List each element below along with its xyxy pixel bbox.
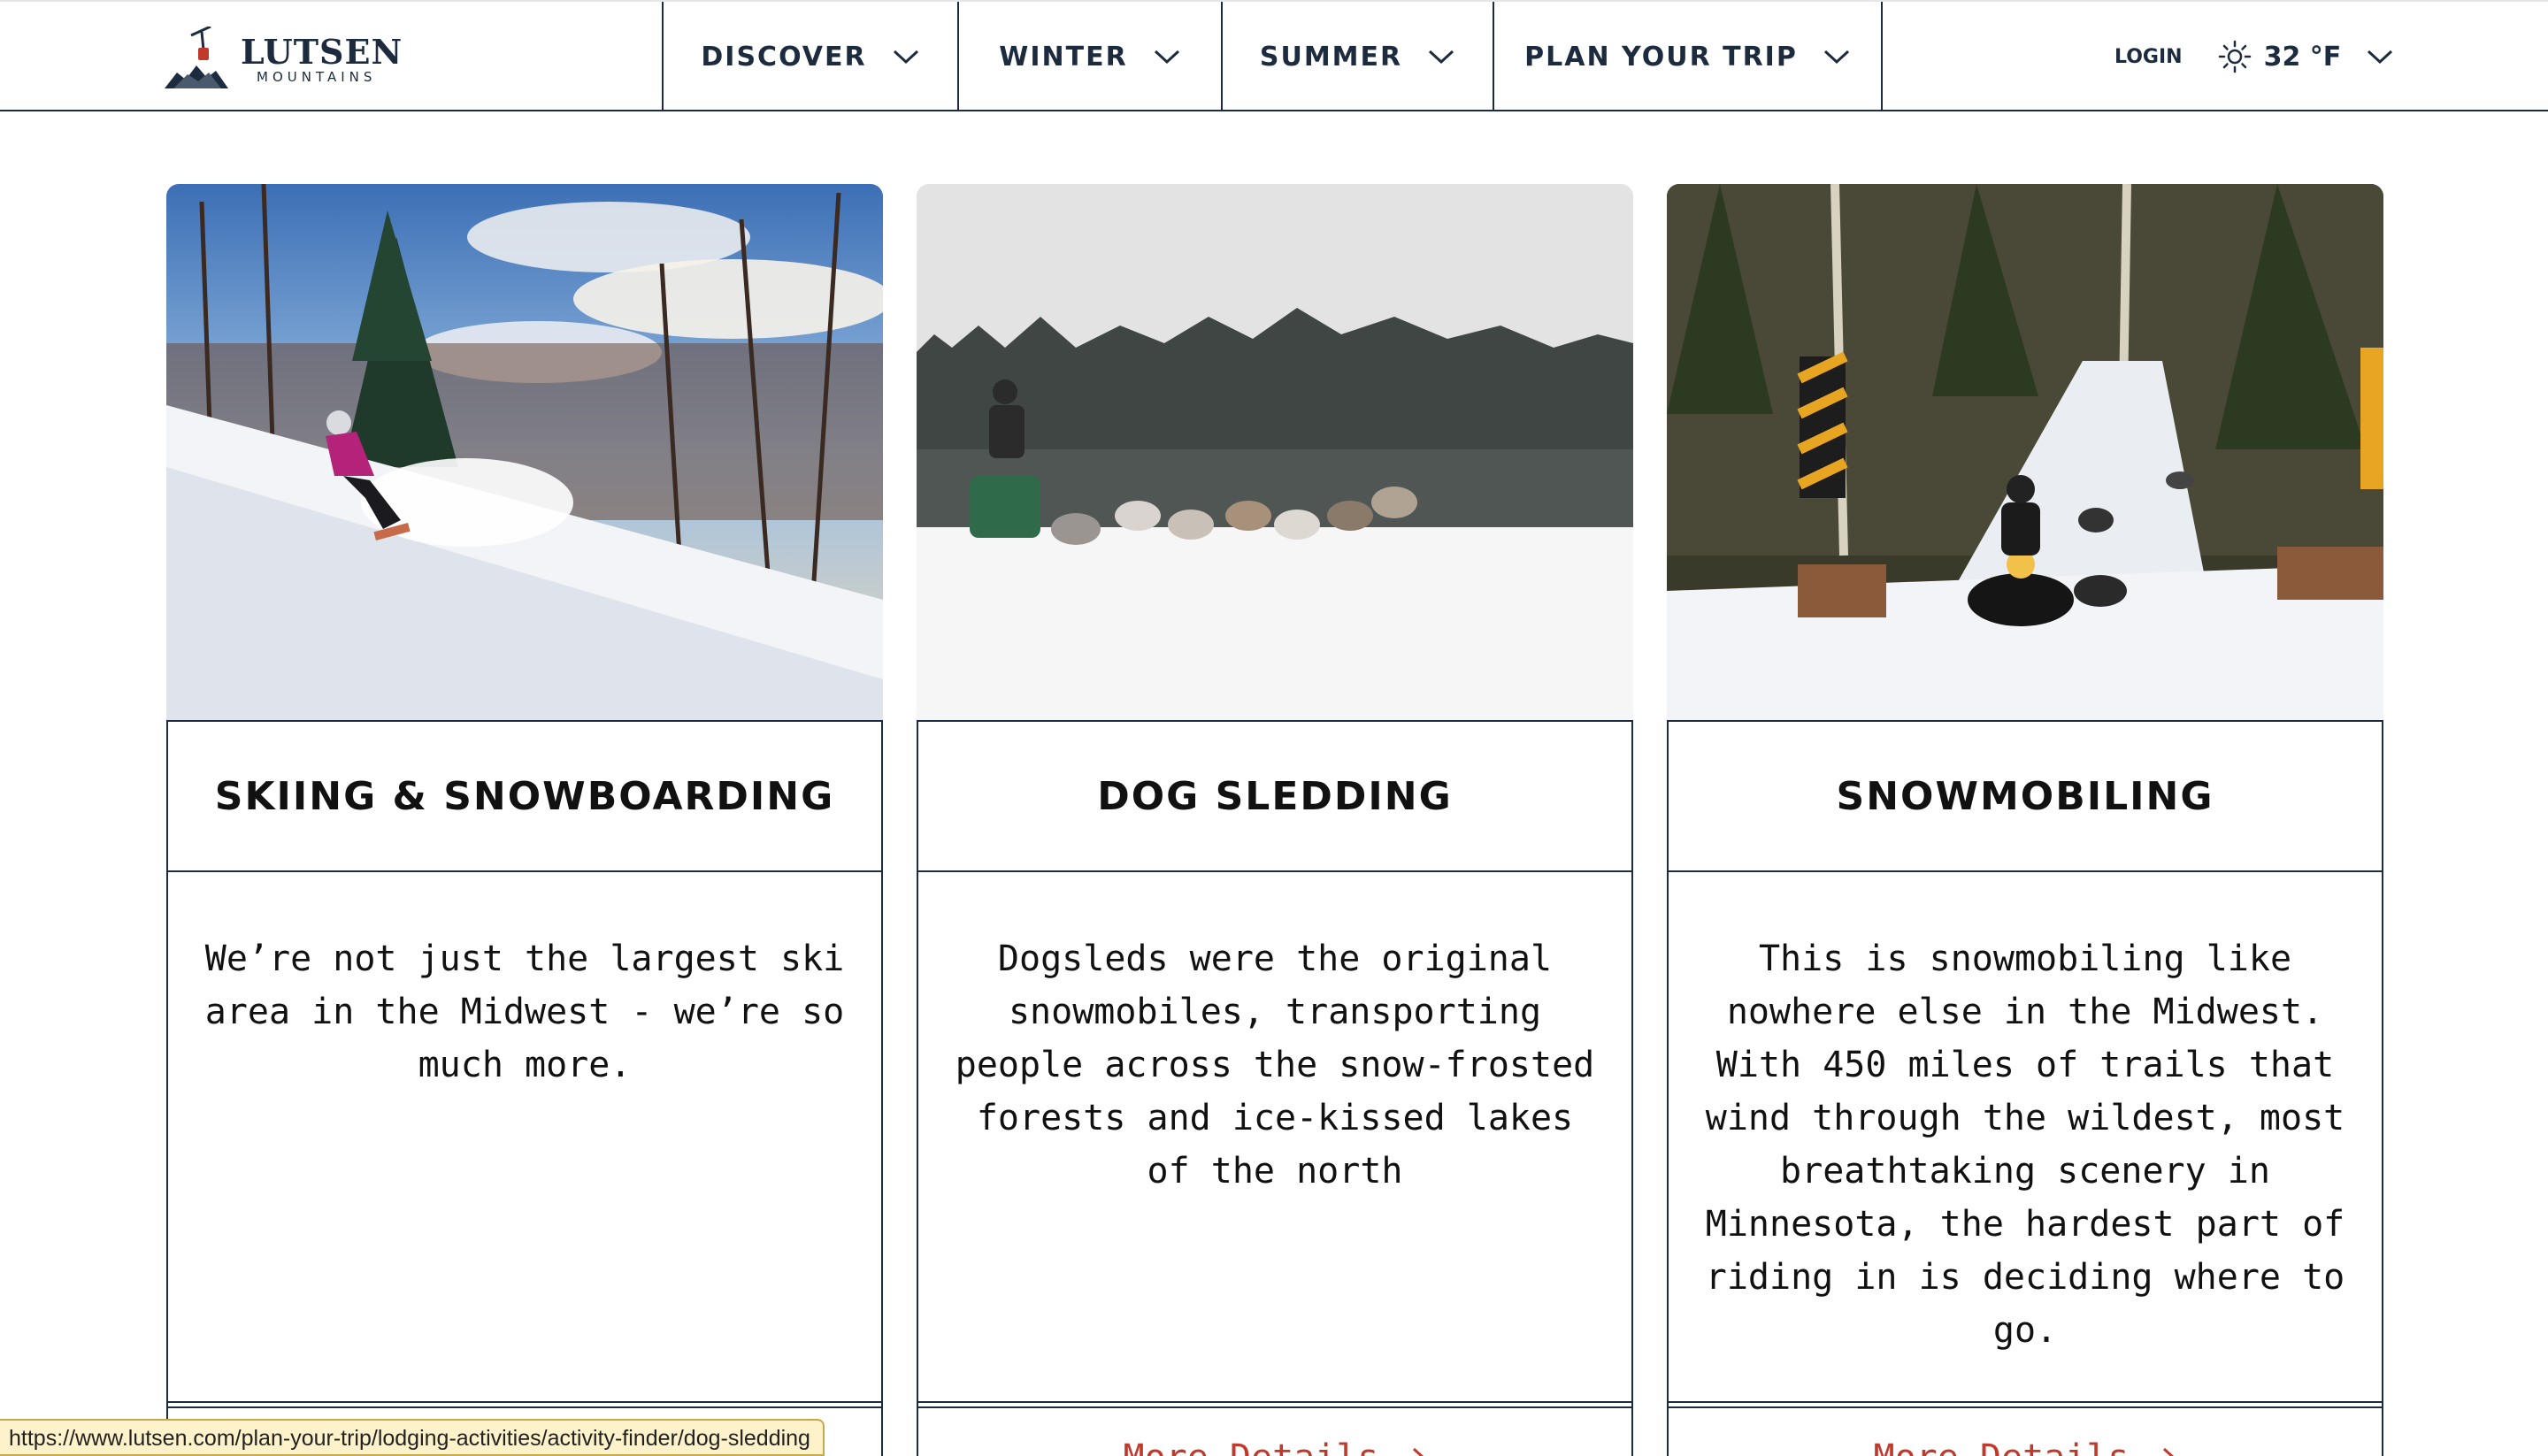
- nav-summer[interactable]: SUMMER: [1221, 2, 1493, 111]
- header-tools: LOGIN 32 °F: [2114, 2, 2394, 111]
- lutsen-logo[interactable]: LUTSEN MOUNTAINS: [165, 27, 412, 92]
- chevron-down-icon: [893, 50, 918, 65]
- nav-winter[interactable]: WINTER: [957, 2, 1221, 111]
- more-details-label: More Details: [1124, 1437, 1379, 1456]
- card-description: Dogsleds were the original snowmobiles, …: [917, 870, 1633, 1408]
- main-nav: DISCOVER WINTER SUMMER PLAN YOUR TRIP: [662, 2, 1883, 111]
- chevron-down-icon: [1154, 50, 1179, 65]
- more-details-link[interactable]: More Details: [1874, 1435, 2177, 1456]
- chevron-down-icon: [1823, 50, 1849, 65]
- activity-card-snowmobiling: SNOWMOBILING This is snowmobiling like n…: [1667, 184, 2383, 1456]
- card-title[interactable]: SKIING & SNOWBOARDING: [166, 720, 883, 872]
- activity-card-skiing: SKIING & SNOWBOARDING We’re not just the…: [166, 184, 883, 1456]
- card-description: This is snowmobiling like nowhere else i…: [1667, 870, 2383, 1408]
- nav-label: DISCOVER: [701, 41, 867, 73]
- login-link[interactable]: LOGIN: [2114, 46, 2183, 68]
- nav-discover[interactable]: DISCOVER: [662, 2, 957, 111]
- status-bar-url: https://www.lutsen.com/plan-your-trip/lo…: [0, 1419, 825, 1456]
- site-header: LUTSEN MOUNTAINS DISCOVER WINTER SUMMER …: [0, 0, 2548, 111]
- snowmobile-trail-photo[interactable]: [1667, 184, 2383, 721]
- weather-widget[interactable]: 32 °F: [2218, 40, 2395, 73]
- nav-label: WINTER: [999, 41, 1128, 73]
- nav-label: PLAN YOUR TRIP: [1524, 41, 1798, 73]
- more-details-label: More Details: [1874, 1437, 2130, 1456]
- nav-plan-your-trip[interactable]: PLAN YOUR TRIP: [1493, 2, 1883, 111]
- card-footer: More Details: [1667, 1401, 2383, 1456]
- logo-tagline: MOUNTAINS: [257, 69, 377, 85]
- more-details-link[interactable]: More Details: [1124, 1435, 1427, 1456]
- logo-wordmark: LUTSEN: [241, 32, 403, 72]
- arrow-right-icon: [1413, 1447, 1424, 1456]
- card-title[interactable]: SNOWMOBILING: [1667, 720, 2383, 872]
- card-description: We’re not just the largest ski area in t…: [166, 870, 883, 1408]
- arrow-right-icon: [2163, 1447, 2175, 1456]
- card-footer: More Details: [917, 1401, 1633, 1456]
- sun-icon: [2218, 40, 2251, 73]
- nav-label: SUMMER: [1259, 41, 1403, 73]
- card-title[interactable]: DOG SLEDDING: [917, 720, 1633, 872]
- snowboarder-on-slope-photo[interactable]: [166, 184, 883, 721]
- activity-card-dog-sledding: DOG SLEDDING Dogsleds were the original …: [917, 184, 1633, 1456]
- chevron-down-icon: [2368, 50, 2393, 65]
- dog-sled-team-photo[interactable]: [917, 184, 1633, 721]
- mountain-logo-icon: [165, 27, 228, 88]
- chevron-down-icon: [1429, 50, 1454, 65]
- temperature-readout: 32 °F: [2263, 41, 2342, 73]
